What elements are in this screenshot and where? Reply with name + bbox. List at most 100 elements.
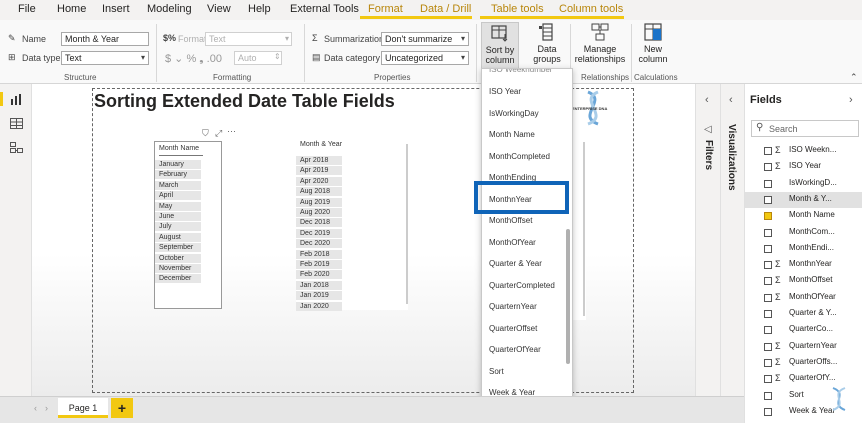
dropdown-scrollbar[interactable]	[566, 229, 570, 364]
dropdown-option-partial[interactable]: ISO Weeknumber	[489, 69, 552, 74]
checkbox[interactable]	[764, 163, 772, 172]
dropdown-option[interactable]: IsWorkingDay	[489, 109, 539, 118]
slicer-item[interactable]: Jan 2019	[296, 291, 342, 301]
slicer-item[interactable]: Apr 2019	[296, 166, 342, 176]
slicer-item[interactable]: June	[155, 212, 201, 221]
checkbox[interactable]	[764, 407, 772, 416]
filters-label[interactable]: Filters	[703, 140, 714, 170]
menu-modeling[interactable]: Modeling	[147, 3, 192, 15]
slicer-item[interactable]: Apr 2020	[296, 176, 342, 186]
data-groups-button[interactable]: Data groups	[527, 22, 567, 70]
field-item[interactable]: MonthCom...	[745, 225, 862, 241]
dropdown-option[interactable]: MonthOfYear	[489, 238, 536, 247]
search-box[interactable]: ⚲ Search	[751, 120, 859, 137]
checkbox[interactable]	[764, 342, 772, 351]
menu-table-tools[interactable]: Table tools	[491, 3, 544, 15]
slicer-item[interactable]: May	[155, 201, 201, 211]
next-page-icon[interactable]: ›	[45, 403, 48, 413]
month-year-slicer[interactable]: Month & Year Apr 2018 Apr 2019 Apr 2020 Aug…	[296, 138, 408, 311]
slicer-scrollbar[interactable]	[583, 142, 585, 316]
currency-icon[interactable]: $ ⌄ % ❟ .00	[165, 52, 222, 66]
field-item[interactable]: Σ QuarternYear	[745, 339, 862, 355]
slicer-item[interactable]: March	[155, 180, 201, 190]
prev-page-icon[interactable]: ‹	[34, 403, 37, 413]
checkbox[interactable]	[764, 326, 772, 335]
checkbox[interactable]	[764, 261, 772, 270]
slicer-item[interactable]: Feb 2018	[296, 249, 342, 259]
menu-format[interactable]: Format	[368, 3, 403, 15]
manage-relationships-button[interactable]: Manage relationships	[574, 22, 626, 70]
slicer-item[interactable]: December	[155, 274, 201, 284]
dropdown-option[interactable]: ISO Year	[489, 87, 521, 96]
dropdown-option[interactable]: QuarterOffset	[489, 324, 537, 333]
slicer-item[interactable]: July	[155, 222, 201, 232]
sort-by-column-button[interactable]: Sort by column	[481, 22, 519, 70]
menu-column-tools[interactable]: Column tools	[559, 3, 623, 15]
page-tab[interactable]: Page 1	[58, 398, 108, 418]
datatype-dropdown[interactable]: Text	[61, 51, 149, 65]
dropdown-option[interactable]: Month Name	[489, 130, 535, 139]
format-dropdown[interactable]: Text	[205, 32, 292, 46]
more-options-icon[interactable]: ⋯	[227, 126, 236, 137]
field-item[interactable]: Σ ISO Year	[745, 159, 862, 175]
slicer-item[interactable]: January	[155, 160, 201, 169]
report-view-icon[interactable]	[10, 94, 23, 105]
checkbox[interactable]	[764, 228, 772, 237]
slicer-item[interactable]: April	[155, 191, 201, 201]
slicer-item[interactable]: Dec 2018	[296, 218, 342, 228]
checkbox[interactable]	[764, 179, 772, 188]
field-item[interactable]: Quarter & Y...	[745, 306, 862, 322]
dropdown-option[interactable]: MonthOffset	[489, 216, 532, 225]
checkbox[interactable]	[764, 375, 772, 384]
field-item[interactable]: IsWorkingD...	[745, 176, 862, 192]
field-item[interactable]: Σ QuarterOfY...	[745, 371, 862, 387]
slicer-item[interactable]: Aug 2018	[296, 187, 342, 197]
slicer-item[interactable]: Feb 2020	[296, 270, 342, 280]
model-view-icon[interactable]	[10, 142, 23, 153]
data-view-icon[interactable]	[10, 118, 23, 129]
field-item[interactable]: Month Name	[745, 208, 862, 224]
field-item[interactable]: Σ MonthOffset	[745, 273, 862, 289]
menu-file[interactable]: File	[18, 3, 36, 15]
slicer-item[interactable]: September	[155, 243, 201, 253]
checkbox[interactable]	[764, 293, 772, 302]
dropdown-option[interactable]: QuarterOfYear	[489, 345, 541, 354]
checkbox[interactable]	[764, 277, 772, 286]
checkbox[interactable]	[764, 310, 772, 318]
filter-icon[interactable]: ⛉	[202, 128, 209, 139]
dropdown-option[interactable]: Sort	[489, 367, 504, 376]
focus-mode-icon[interactable]: ⤢	[215, 128, 222, 139]
checkbox[interactable]	[764, 391, 772, 400]
checkbox-checked[interactable]	[764, 212, 772, 221]
slicer-item[interactable]: Dec 2020	[296, 239, 342, 249]
add-page-button[interactable]: +	[111, 398, 133, 418]
slicer-item[interactable]: Aug 2020	[296, 208, 342, 217]
dropdown-option[interactable]: MonthCompleted	[489, 152, 550, 161]
new-column-button[interactable]: New column	[636, 22, 670, 70]
datacategory-dropdown[interactable]: Uncategorized	[381, 51, 469, 65]
collapse-fields-icon[interactable]: ›	[849, 94, 853, 106]
collapse-filters-icon[interactable]: ‹	[705, 94, 709, 106]
field-item[interactable]: MonthEndi...	[745, 241, 862, 257]
slicer-item[interactable]: November	[155, 264, 201, 273]
slicer-item[interactable]: October	[155, 253, 201, 263]
slicer-item[interactable]: Aug 2019	[296, 197, 342, 207]
menu-external-tools[interactable]: External Tools	[290, 3, 359, 15]
checkbox[interactable]	[764, 147, 772, 155]
checkbox[interactable]	[764, 195, 772, 204]
field-item[interactable]: Σ MonthnYear	[745, 257, 862, 273]
menu-data-drill[interactable]: Data / Drill	[420, 3, 471, 15]
slicer-item[interactable]: Apr 2018	[296, 156, 342, 165]
slicer-item[interactable]: August	[155, 232, 201, 242]
field-item[interactable]: Month & Y...	[745, 191, 862, 208]
dropdown-option[interactable]: QuarternYear	[489, 302, 537, 311]
field-item[interactable]: Σ ISO Weekn...	[745, 143, 862, 159]
slicer-scrollbar[interactable]	[406, 144, 408, 304]
search-input[interactable]: Search	[769, 124, 798, 134]
summarization-dropdown[interactable]: Don't summarize	[381, 32, 469, 46]
checkbox[interactable]	[764, 358, 772, 367]
dropdown-option[interactable]: Quarter & Year	[489, 259, 542, 268]
menu-insert[interactable]: Insert	[102, 3, 130, 15]
field-item[interactable]: Σ QuarterOffs...	[745, 355, 862, 371]
name-field[interactable]: Month & Year	[61, 32, 149, 46]
